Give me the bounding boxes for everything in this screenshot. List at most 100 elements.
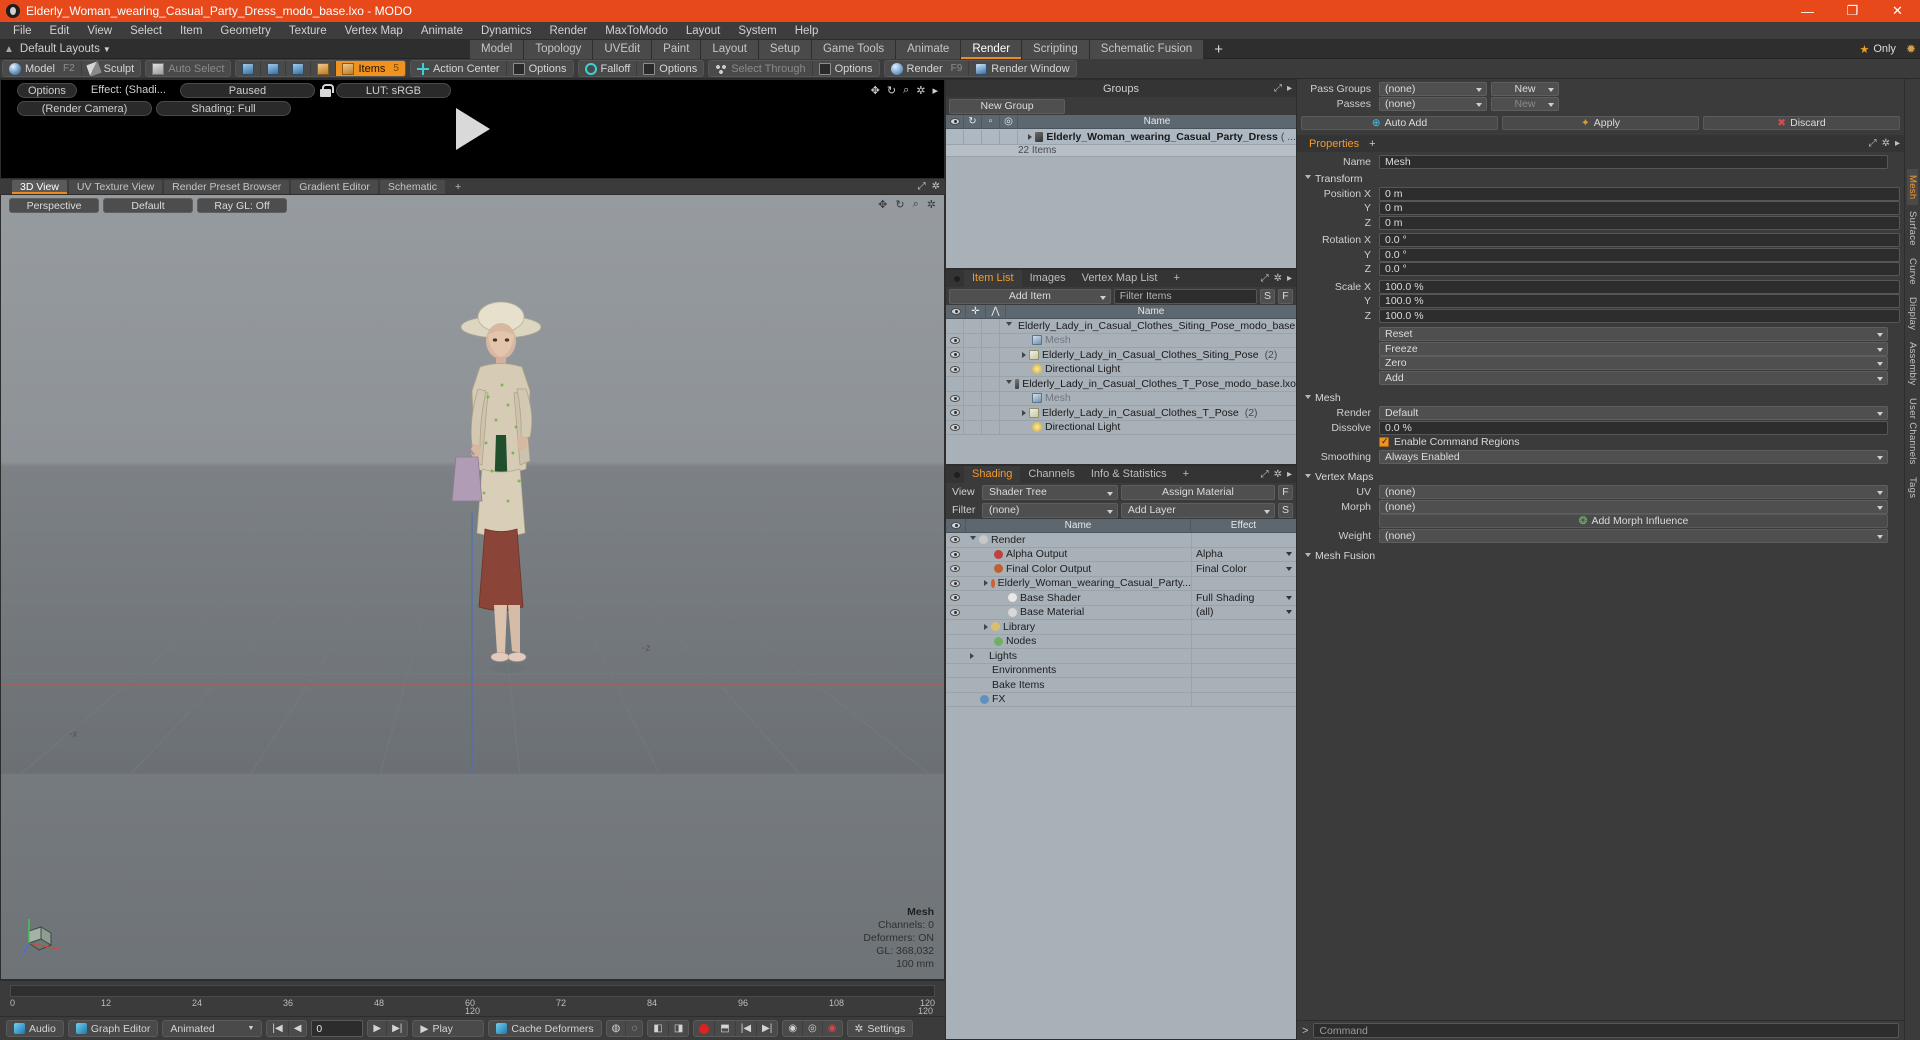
tab-render[interactable]: Render: [961, 39, 1022, 59]
move-icon[interactable]: ✥: [878, 198, 887, 211]
vtab-surface[interactable]: Surface: [1907, 205, 1918, 252]
zoom-icon[interactable]: ⌕: [913, 198, 919, 211]
render-button[interactable]: Render F9: [885, 61, 970, 76]
row-name-cell[interactable]: Mesh: [1000, 334, 1296, 346]
autokey-all-icon[interactable]: ◉: [783, 1021, 804, 1036]
row-eye-cell[interactable]: [946, 405, 964, 420]
tab-paint[interactable]: Paint: [652, 39, 701, 59]
vptab-schematic[interactable]: Schematic: [379, 179, 445, 194]
position-x-input[interactable]: 0 m: [1379, 186, 1900, 201]
shading-row[interactable]: Nodes: [946, 634, 1296, 649]
row-move-cell[interactable]: [964, 376, 982, 391]
row-name-cell[interactable]: Environments: [964, 664, 1191, 676]
row-effect-cell[interactable]: [1191, 677, 1296, 692]
panel-gear-icon[interactable]: ✲: [1274, 469, 1282, 480]
items-mode-button[interactable]: Items 5: [336, 61, 405, 76]
chevron-right-icon[interactable]: ▸: [1287, 83, 1292, 94]
row-axis-cell[interactable]: [982, 376, 1000, 391]
skip-end-button[interactable]: ▶|: [387, 1021, 407, 1036]
auto-select-button[interactable]: Auto Select: [146, 61, 230, 76]
play-button[interactable]: ▶ Play: [412, 1020, 485, 1037]
row-name-cell[interactable]: Elderly_Lady_in_Casual_Clothes_Siting_Po…: [1000, 320, 1296, 332]
step-forward-button[interactable]: ▶: [368, 1021, 388, 1036]
close-button[interactable]: ✕: [1875, 0, 1920, 22]
chevron-right-icon[interactable]: ▸: [1895, 138, 1900, 149]
row-axis-cell[interactable]: [982, 347, 1000, 362]
panel-gear-icon[interactable]: ✲: [932, 181, 940, 192]
row-name-cell[interactable]: Base Material: [964, 606, 1191, 618]
menu-view[interactable]: View: [78, 22, 121, 40]
minimize-button[interactable]: —: [1785, 0, 1830, 22]
row-name-cell[interactable]: Directional Light: [1000, 363, 1296, 375]
eye-icon[interactable]: [950, 550, 960, 558]
enable-command-regions-checkbox[interactable]: [1379, 436, 1389, 448]
vptab-render-preset-browser[interactable]: Render Preset Browser: [164, 179, 290, 194]
row-axis-cell[interactable]: [982, 319, 1000, 333]
ptab-add[interactable]: +: [1165, 270, 1187, 287]
row-move-cell[interactable]: [964, 391, 982, 406]
ghosting-icon[interactable]: ◍: [607, 1021, 627, 1036]
eye-icon[interactable]: [950, 536, 960, 544]
scale-z-input[interactable]: 100.0 %: [1379, 308, 1900, 323]
maximize-panel-icon[interactable]: ⤢: [918, 181, 926, 192]
row-render-cell[interactable]: [1000, 129, 1018, 144]
row-eye-cell[interactable]: [946, 362, 964, 377]
ptab-shading[interactable]: Shading: [964, 466, 1021, 483]
collapse-triangle-icon[interactable]: [970, 536, 976, 543]
rotation-y-input[interactable]: 0.0 °: [1379, 247, 1900, 262]
vertex-mode-button[interactable]: [236, 61, 262, 76]
row-name-cell[interactable]: Bake Items: [964, 679, 1191, 691]
chevron-right-icon[interactable]: ▸: [1287, 273, 1292, 284]
tab-topology[interactable]: Topology: [524, 39, 593, 59]
tab-add-button[interactable]: +: [1204, 40, 1233, 59]
expand-triangle-icon[interactable]: [1028, 133, 1032, 140]
expand-triangle-icon[interactable]: [984, 623, 988, 630]
vtab-mesh[interactable]: Mesh: [1907, 169, 1918, 206]
table-row[interactable]: Mesh: [946, 333, 1296, 348]
play-triangle-icon[interactable]: [455, 108, 490, 150]
ptab-info-statistics[interactable]: Info & Statistics: [1083, 466, 1175, 483]
shading-row[interactable]: Bake Items: [946, 677, 1296, 693]
shading-row[interactable]: Alpha Output Alpha: [946, 547, 1296, 562]
preview-options-button[interactable]: Options: [17, 83, 77, 98]
autokey-channel-icon[interactable]: ◎: [803, 1021, 823, 1036]
preview-camera-button[interactable]: (Render Camera): [17, 101, 152, 116]
add-dropdown[interactable]: Add: [1379, 370, 1888, 385]
name-input[interactable]: Mesh: [1379, 155, 1888, 170]
item-list-body[interactable]: Elderly_Lady_in_Casual_Clothes_Siting_Po…: [946, 319, 1296, 464]
row-move-cell[interactable]: [964, 362, 982, 377]
zoom-icon[interactable]: ⌕: [903, 84, 909, 97]
polygon-mode-button[interactable]: [286, 61, 312, 76]
position-z-input[interactable]: 0 m: [1379, 215, 1900, 230]
preview-shading-button[interactable]: Shading: Full: [156, 101, 291, 116]
material-mode-button[interactable]: [311, 61, 337, 76]
eye-icon[interactable]: [949, 394, 960, 402]
freeze-dropdown[interactable]: Freeze: [1379, 341, 1888, 356]
menu-vertex-map[interactable]: Vertex Map: [336, 22, 412, 40]
menu-maxtomodo[interactable]: MaxToModo: [596, 22, 677, 40]
row-eye-cell[interactable]: [946, 333, 964, 348]
viewport-default-button[interactable]: Default: [103, 198, 193, 213]
settings-gear-icon[interactable]: ✹: [1906, 42, 1916, 56]
row-name-cell[interactable]: Elderly_Woman_wearing_Casual_Party_Dress…: [1018, 131, 1296, 143]
menu-texture[interactable]: Texture: [280, 22, 336, 40]
maximize-panel-icon[interactable]: ⤢: [1274, 83, 1282, 94]
table-row[interactable]: Directional Light: [946, 362, 1296, 377]
smoothing-dropdown[interactable]: Always Enabled: [1379, 449, 1888, 464]
chevron-right-icon[interactable]: ▸: [1287, 469, 1292, 480]
new-group-button[interactable]: New Group: [949, 98, 1066, 114]
key-prev-icon[interactable]: ◧: [648, 1021, 669, 1036]
gear-icon[interactable]: ✲: [927, 198, 936, 211]
vptab-gradient-editor[interactable]: Gradient Editor: [291, 179, 378, 194]
row-eye-cell[interactable]: [946, 376, 964, 391]
viewport-perspective-button[interactable]: Perspective: [9, 198, 99, 213]
shading-row[interactable]: FX: [946, 692, 1296, 707]
rotation-x-input[interactable]: 0.0 °: [1379, 233, 1900, 248]
menu-render[interactable]: Render: [540, 22, 596, 40]
animated-dropdown[interactable]: Animated ▼: [162, 1020, 263, 1037]
row-eye-cell[interactable]: [946, 594, 964, 602]
shading-row[interactable]: Base Shader Full Shading: [946, 590, 1296, 606]
row-eye-cell[interactable]: [946, 347, 964, 362]
shading-row[interactable]: Elderly_Woman_wearing_Casual_Party...: [946, 576, 1296, 591]
preview-effect-label[interactable]: Effect: (Shadi...: [81, 83, 176, 98]
